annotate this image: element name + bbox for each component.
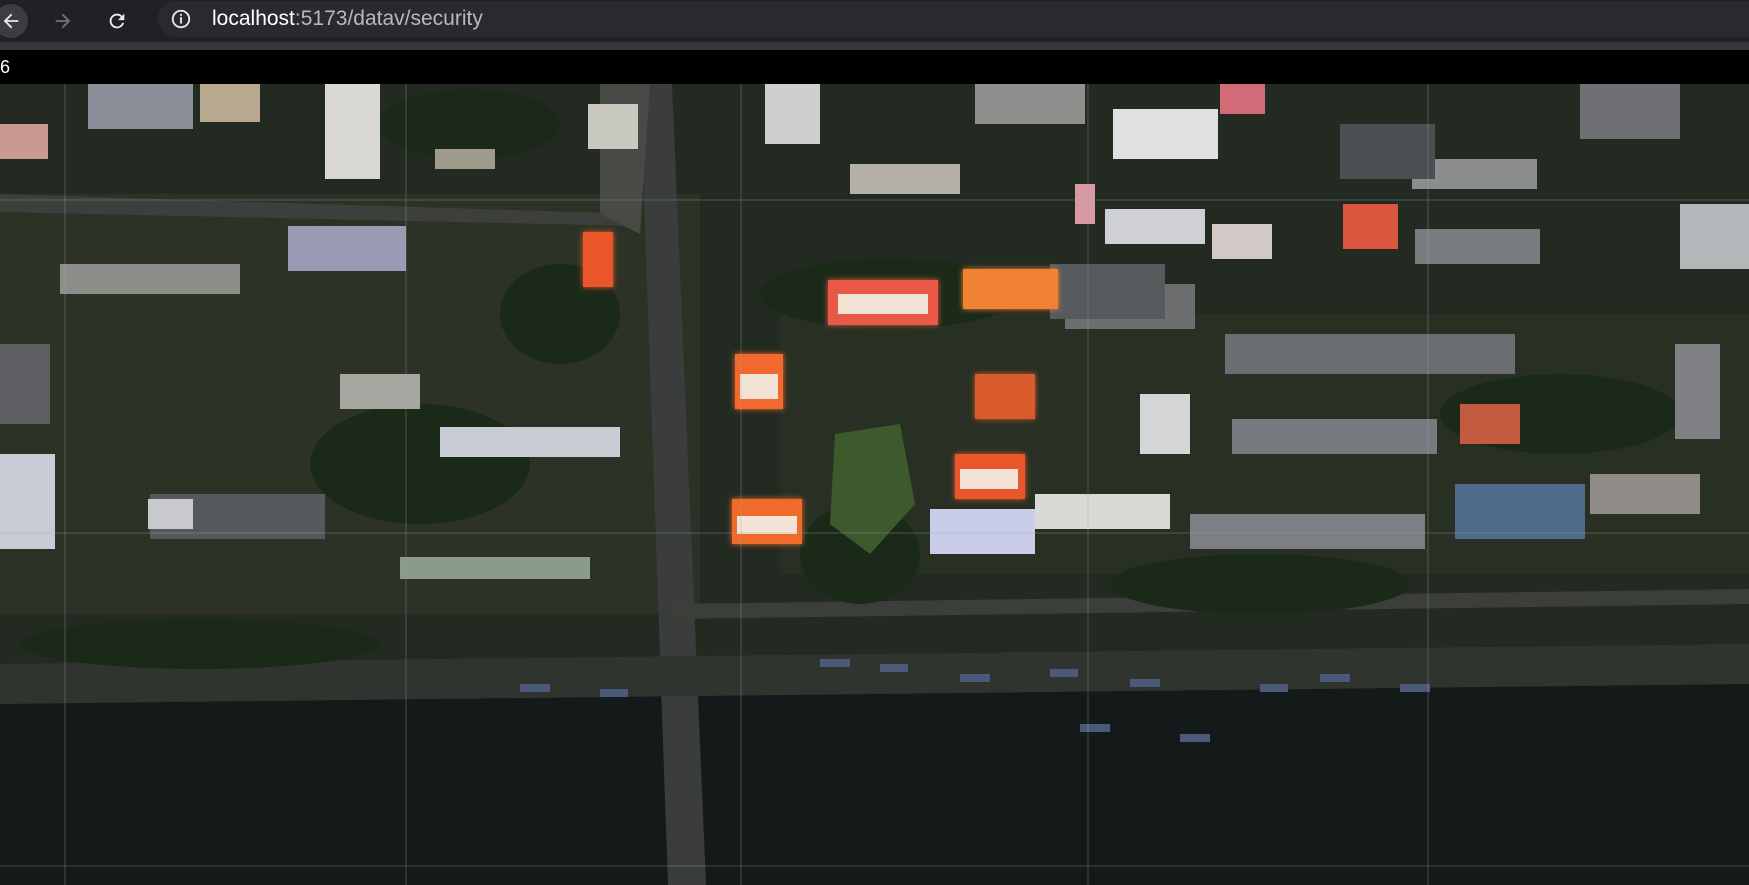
building xyxy=(1232,419,1437,454)
map-canvas xyxy=(0,84,1749,885)
building xyxy=(1212,224,1272,259)
building xyxy=(1675,344,1720,439)
building xyxy=(148,499,193,529)
satellite-map[interactable] xyxy=(0,84,1749,885)
building xyxy=(1075,184,1095,224)
forward-button[interactable] xyxy=(46,4,80,38)
building xyxy=(1190,514,1425,549)
highlighted-building xyxy=(963,269,1058,309)
back-arrow-icon xyxy=(3,13,19,29)
url-path: :5173/datav/security xyxy=(294,7,483,30)
building xyxy=(588,104,638,149)
building xyxy=(1220,84,1265,114)
building xyxy=(1340,124,1435,179)
building xyxy=(765,84,820,144)
building xyxy=(1455,484,1585,539)
building xyxy=(88,84,193,129)
browser-toolbar: localhost:5173/datav/security xyxy=(0,0,1749,42)
building xyxy=(0,454,55,549)
building xyxy=(400,557,590,579)
building xyxy=(1680,204,1749,269)
building xyxy=(1460,404,1520,444)
building xyxy=(440,427,620,457)
building xyxy=(1415,229,1540,264)
building xyxy=(1105,209,1205,244)
building xyxy=(0,124,48,159)
building xyxy=(435,149,495,169)
building xyxy=(975,84,1085,124)
building xyxy=(850,164,960,194)
building xyxy=(1035,494,1170,529)
forward-arrow-icon xyxy=(55,13,71,29)
building xyxy=(288,226,406,271)
building xyxy=(1050,264,1165,319)
building xyxy=(1580,84,1680,139)
reload-button[interactable] xyxy=(100,4,134,38)
shadow-area xyxy=(0,674,1749,885)
building xyxy=(1343,204,1398,249)
url-text[interactable]: localhost:5173/datav/security xyxy=(212,7,483,31)
info-bar: 6 xyxy=(0,50,1749,84)
building xyxy=(340,374,420,409)
info-icon[interactable] xyxy=(170,8,192,30)
building xyxy=(325,84,380,179)
address-bar[interactable]: localhost:5173/datav/security xyxy=(158,1,1749,37)
building xyxy=(1225,334,1515,374)
toolbar-divider xyxy=(0,42,1749,50)
back-button[interactable] xyxy=(0,4,28,38)
building xyxy=(60,264,240,294)
building xyxy=(0,344,50,424)
highlighted-building xyxy=(975,374,1035,419)
reload-icon xyxy=(109,13,125,29)
building xyxy=(200,84,260,122)
building xyxy=(930,509,1035,554)
highlighted-building xyxy=(583,232,613,287)
building xyxy=(1113,109,1218,159)
building xyxy=(1590,474,1700,514)
url-host: localhost xyxy=(212,7,295,30)
counter-text: 6 xyxy=(0,57,11,77)
building xyxy=(1140,394,1190,454)
